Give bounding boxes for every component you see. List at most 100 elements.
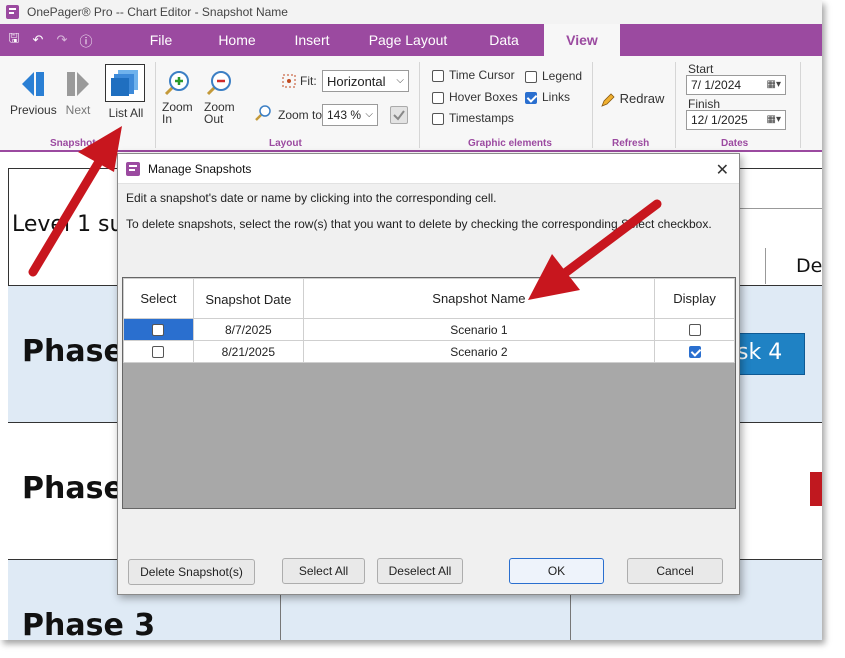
select-all-button[interactable]: Select All xyxy=(282,558,365,584)
zoom-to-select[interactable]: 143 % ⌵ xyxy=(322,104,378,126)
close-icon[interactable]: ✕ xyxy=(716,160,729,180)
delete-snapshots-button[interactable]: Delete Snapshot(s) xyxy=(128,559,255,585)
level-label: Level 1 su xyxy=(12,212,124,237)
ribbon-view: Previous Next List All Snapshots Zoom In… xyxy=(0,56,822,152)
calendar-icon[interactable]: ▦▾ xyxy=(767,79,781,90)
zoom-in-button[interactable]: Zoom In xyxy=(162,68,196,125)
start-date-picker[interactable]: 7/ 1/2024 ▦▾ xyxy=(686,75,786,95)
redo-icon[interactable]: ↷ xyxy=(54,32,70,48)
dates-group-label: Dates xyxy=(721,138,749,149)
snapshot-date-cell[interactable]: 8/7/2025 xyxy=(192,318,304,341)
ribbon-separator xyxy=(419,62,420,148)
instruction-delete: To delete snapshots, select the row(s) t… xyxy=(126,217,712,231)
fit-select-value: Horizontal xyxy=(327,73,386,89)
checkbox[interactable] xyxy=(432,91,444,104)
display-checkbox-checked[interactable] xyxy=(688,346,701,359)
zoom-out-label-2: Out xyxy=(204,112,224,126)
hover-boxes-checkbox[interactable]: Hover Boxes xyxy=(432,90,518,104)
select-checkbox[interactable] xyxy=(152,346,165,359)
redraw-label: Redraw xyxy=(619,91,665,106)
snapshots-table: Select Snapshot Date Snapshot Name Displ… xyxy=(123,278,735,363)
fit-select[interactable]: Horizontal ⌵ xyxy=(322,70,409,92)
phase-label: Phase 3 xyxy=(22,608,156,640)
snapshots-group-label: Snapshots xyxy=(50,138,102,149)
save-icon[interactable]: 🖫 xyxy=(6,30,22,48)
redraw-pencil-icon xyxy=(601,92,615,107)
legend-label: Legend xyxy=(542,69,583,83)
time-cursor-label: Time Cursor xyxy=(449,68,515,82)
onepager-logo-icon xyxy=(6,5,19,19)
checkmark-icon xyxy=(393,110,405,121)
undo-icon[interactable]: ↶ xyxy=(30,32,46,48)
graphic-elements-group-label: Graphic elements xyxy=(468,138,552,149)
task-bar[interactable]: sk 4 xyxy=(730,333,805,375)
window-title: OnePager® Pro -- Chart Editor - Snapshot… xyxy=(27,5,288,19)
checkbox-checked[interactable] xyxy=(525,91,537,104)
fit-label: Fit: xyxy=(300,74,317,88)
snapshots-grid: Select Snapshot Date Snapshot Name Displ… xyxy=(122,277,736,509)
previous-arrow-icon xyxy=(22,72,44,96)
next-button[interactable]: Next xyxy=(62,68,94,117)
next-label: Next xyxy=(65,103,91,117)
display-cell[interactable] xyxy=(654,318,735,341)
start-date-value: 7/ 1/2024 xyxy=(691,78,742,92)
snapshot-name-cell[interactable]: Scenario 2 xyxy=(302,340,656,363)
hover-boxes-label: Hover Boxes xyxy=(449,90,518,104)
col-select-header[interactable]: Select xyxy=(123,278,194,319)
zoom-to-label: Zoom to: xyxy=(278,108,326,122)
list-all-icon xyxy=(111,70,138,96)
checkbox[interactable] xyxy=(432,112,444,125)
next-arrow-icon xyxy=(67,72,89,96)
redraw-button[interactable]: Redraw xyxy=(600,91,664,108)
tab-data[interactable]: Data xyxy=(464,24,544,56)
zoom-out-icon xyxy=(206,71,231,96)
task-label: sk 4 xyxy=(737,340,783,365)
col-name-header[interactable]: Snapshot Name xyxy=(302,278,656,319)
checkbox[interactable] xyxy=(432,69,444,82)
snapshot-date-cell[interactable]: 8/21/2025 xyxy=(192,340,304,363)
col-date-header[interactable]: Snapshot Date xyxy=(192,278,304,319)
select-cell[interactable] xyxy=(123,318,194,341)
milestone-marker[interactable] xyxy=(810,472,822,506)
deselect-all-button[interactable]: Deselect All xyxy=(377,558,463,584)
tab-insert[interactable]: Insert xyxy=(272,24,352,56)
display-cell[interactable] xyxy=(654,340,735,363)
snapshot-name-cell[interactable]: Scenario 1 xyxy=(302,318,656,341)
finish-date-picker[interactable]: 12/ 1/2025 ▦▾ xyxy=(686,110,786,130)
display-checkbox[interactable] xyxy=(688,324,701,337)
cancel-button[interactable]: Cancel xyxy=(627,558,723,584)
links-label: Links xyxy=(542,90,571,104)
tab-file[interactable]: File xyxy=(120,24,202,56)
select-checkbox[interactable] xyxy=(152,324,165,337)
right-header-label: De xyxy=(796,255,822,277)
time-cursor-checkbox[interactable]: Time Cursor xyxy=(432,68,515,82)
legend-checkbox[interactable]: Legend xyxy=(525,69,582,83)
ribbon-separator xyxy=(592,62,593,148)
zoom-to-value: 143 % xyxy=(327,108,362,122)
links-checkbox[interactable]: Links xyxy=(525,90,570,104)
tab-page-layout[interactable]: Page Layout xyxy=(352,24,464,56)
tab-view[interactable]: View xyxy=(544,24,620,56)
list-all-button[interactable]: List All xyxy=(105,64,147,120)
select-cell[interactable] xyxy=(123,340,194,363)
phase-label: Phase xyxy=(22,471,124,506)
previous-button[interactable]: Previous xyxy=(10,68,57,117)
title-bar: OnePager® Pro -- Chart Editor - Snapshot… xyxy=(0,0,822,24)
col-display-header[interactable]: Display xyxy=(654,278,735,319)
zoom-out-button[interactable]: Zoom Out xyxy=(204,68,238,125)
tab-home[interactable]: Home xyxy=(202,24,272,56)
start-label: Start xyxy=(688,62,714,76)
zoom-apply-button[interactable] xyxy=(390,106,408,124)
calendar-icon[interactable]: ▦▾ xyxy=(767,114,781,125)
help-icon[interactable]: ⓘ xyxy=(78,32,94,49)
table-row[interactable]: 8/21/2025 Scenario 2 xyxy=(123,340,735,363)
ribbon-tab-bar: 🖫 ↶ ↷ ⓘ File Home Insert Page Layout Dat… xyxy=(0,24,822,56)
table-row[interactable]: 8/7/2025 Scenario 1 xyxy=(123,318,735,341)
fit-icon xyxy=(282,74,296,88)
ribbon-separator xyxy=(155,62,156,148)
table-header-row: Select Snapshot Date Snapshot Name Displ… xyxy=(123,278,735,319)
refresh-group-label: Refresh xyxy=(612,138,650,149)
checkbox[interactable] xyxy=(525,70,537,83)
ok-button[interactable]: OK xyxy=(509,558,604,584)
timestamps-checkbox[interactable]: Timestamps xyxy=(432,111,514,125)
